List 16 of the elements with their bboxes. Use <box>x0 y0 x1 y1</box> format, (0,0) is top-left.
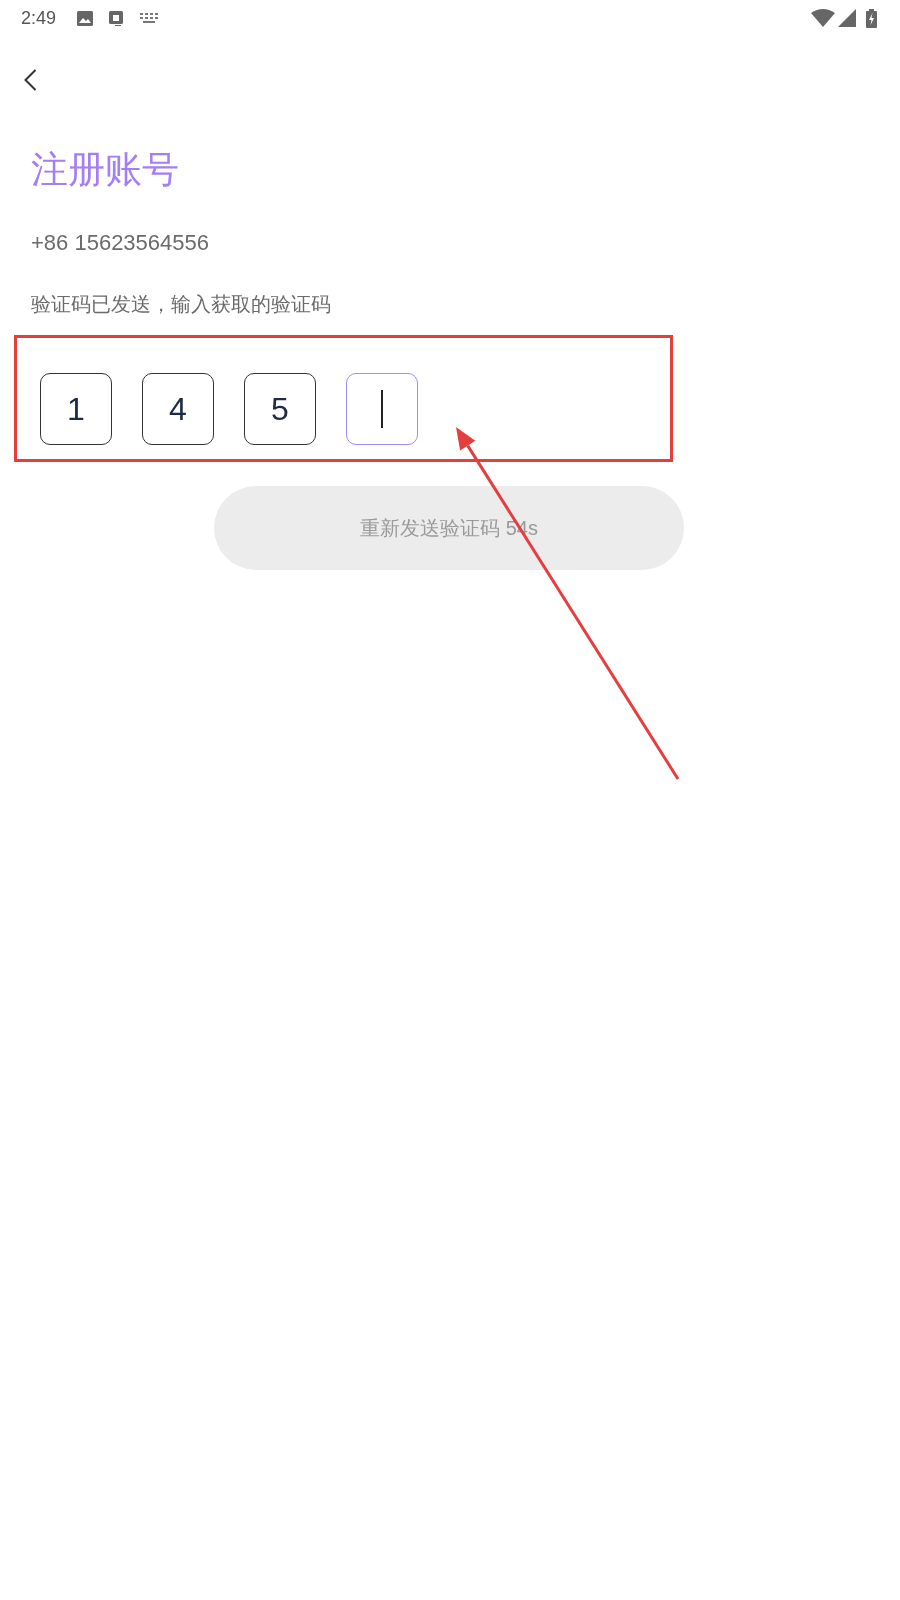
phone-number: +86 15623564556 <box>31 229 210 257</box>
wifi-icon <box>811 9 835 27</box>
page-title: 注册账号 <box>31 150 179 190</box>
code-sent-hint: 验证码已发送，输入获取的验证码 <box>31 292 331 317</box>
signal-icon <box>838 9 856 27</box>
code-box[interactable]: 5 <box>244 373 316 445</box>
code-box[interactable]: 1 <box>40 373 112 445</box>
text-cursor <box>381 390 383 428</box>
code-box[interactable] <box>346 373 418 445</box>
image-icon <box>77 10 94 26</box>
keyboard-icon <box>140 13 159 23</box>
code-box[interactable]: 4 <box>142 373 214 445</box>
chevron-left-icon <box>23 69 37 91</box>
status-time: 2:49 <box>21 7 57 29</box>
square-badge-icon <box>109 10 124 26</box>
battery-charging-icon <box>866 8 877 28</box>
